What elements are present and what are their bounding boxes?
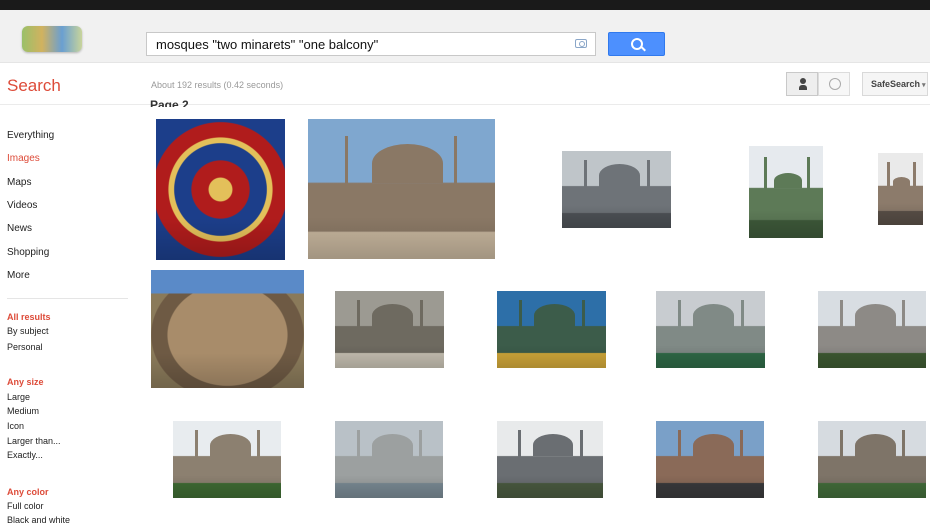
minaret-shape [345,136,348,199]
boulder-thumbnail[interactable] [151,270,304,388]
minaret-shape [764,157,767,198]
minaret-shape [357,430,360,465]
minaret-shape [420,300,423,335]
dome-shape [372,434,413,457]
waterfront-mosque-thumbnail[interactable] [335,421,443,498]
filter-size-medium[interactable]: Medium [7,406,39,416]
search-icon [631,38,643,50]
courtyard-fountain-thumbnail[interactable] [335,291,444,368]
search-button[interactable] [608,32,665,56]
dome-shape [372,304,413,327]
minaret-shape [741,300,744,335]
mosque-street-thumbnail[interactable] [656,421,764,498]
minaret-shape [419,430,422,465]
result-stats: About 192 results (0.42 seconds) [151,80,284,90]
minaret-shape [195,430,198,465]
filter-size-larger-than[interactable]: Larger than... [7,436,61,446]
google-logo[interactable] [22,26,82,52]
dome-shape [774,173,802,188]
dome-shape [893,177,910,186]
filter-size-exactly[interactable]: Exactly... [7,450,43,460]
dome-shape [599,164,640,187]
minaret-shape [840,430,843,465]
stone-building-tree-thumbnail[interactable] [173,421,281,498]
dome-shape [855,304,896,327]
sidebar-item-more[interactable]: More [7,270,30,281]
chevron-down-icon: ▾ [922,82,926,89]
minaret-shape [678,300,681,335]
sidebar-item-everything[interactable]: Everything [7,130,54,141]
filter-any-size[interactable]: Any size [7,377,44,387]
sidebar-item-videos[interactable]: Videos [7,200,37,211]
minaret-shape [454,136,457,199]
mosque-partial-thumbnail[interactable] [878,153,923,225]
filter-any-color[interactable]: Any color [7,487,49,497]
mosque-dusk-thumbnail[interactable] [497,291,606,368]
page-label: Page 2 [150,98,189,107]
dome-shape [855,434,896,457]
dome-shape [693,434,734,457]
filter-by-subject[interactable]: By subject [7,326,49,336]
minaret-shape [807,157,810,198]
mosque-stone-facade-thumbnail[interactable] [308,119,495,259]
sidebar-item-news[interactable]: News [7,223,32,234]
mosque-trees-thumbnail[interactable] [818,291,926,368]
minaret-shape [678,430,681,465]
filter-color-full[interactable]: Full color [7,501,44,511]
camera-icon[interactable] [575,39,587,48]
mosque-minarets-thumbnail[interactable] [497,421,603,498]
filter-size-icon[interactable]: Icon [7,421,24,431]
minaret-shape [582,300,585,335]
minaret-tree-thumbnail[interactable] [656,291,765,368]
top-black-bar [0,0,930,10]
safesearch-dropdown[interactable]: SafeSearch ▾ [862,72,928,96]
minaret-shape [357,300,360,335]
dome-shape [210,434,251,457]
minaret-shape [518,430,521,465]
mosque-skyline-thumbnail[interactable] [562,151,671,228]
minaret-shape [580,430,583,465]
header-divider [0,104,930,105]
search-query-text: mosques "two minarets" "one balcony" [156,37,379,52]
dome-shape [372,144,443,183]
minaret-shape [887,162,890,194]
minaret-shape [740,430,743,465]
minaret-shape [257,430,260,465]
sidebar-divider [7,298,128,299]
dome-shape [693,304,734,327]
minaret-shape [902,430,905,465]
search-heading: Search [7,76,61,95]
sidebar-item-maps[interactable]: Maps [7,177,31,188]
person-icon [799,78,807,90]
dome-shape [533,434,573,456]
filter-personal[interactable]: Personal [7,342,43,352]
green-mosque-thumbnail[interactable] [749,146,823,238]
sidebar-item-images[interactable]: Images [7,153,40,164]
personal-results-button[interactable] [786,72,818,96]
safesearch-label: SafeSearch [871,79,921,89]
filter-size-large[interactable]: Large [7,392,30,402]
minaret-shape [902,300,905,335]
filter-all-results[interactable]: All results [7,312,51,322]
globe-icon [829,78,841,90]
minaret-shape [519,300,522,335]
minaret-shape [840,300,843,335]
header: mosques "two minarets" "one balcony" [0,10,930,63]
ornate-tile-thumbnail[interactable] [156,119,285,260]
minaret-shape [913,162,916,194]
minaret-shape [584,160,587,195]
search-input[interactable]: mosques "two minarets" "one balcony" [146,32,596,56]
sidebar-item-shopping[interactable]: Shopping [7,247,49,258]
hide-personal-results-button[interactable] [818,72,850,96]
dome-shape [534,304,575,327]
fountain-garden-thumbnail[interactable] [818,421,926,498]
filter-color-bw[interactable]: Black and white [7,515,70,525]
minaret-shape [647,160,650,195]
